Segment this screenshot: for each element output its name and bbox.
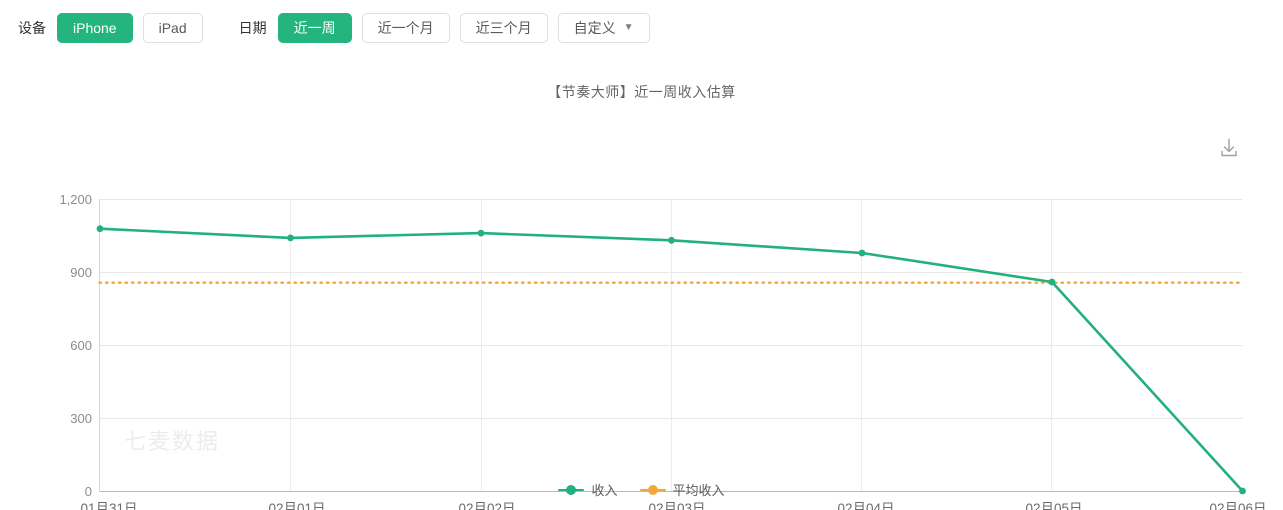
data-point	[668, 236, 675, 244]
x-tick-3: 02月03日	[648, 501, 705, 510]
legend-label-revenue: 收入	[591, 483, 618, 498]
legend-label-average-revenue: 平均收入	[672, 483, 725, 498]
date-option-custom-label: 自定义	[573, 20, 616, 36]
data-point	[287, 234, 294, 242]
data-point	[96, 225, 104, 233]
date-filter-label: 日期	[238, 20, 267, 36]
line-chart-svg: 0 300 600 900 1,200 01月31日 02月01日 02月02日…	[59, 192, 1266, 510]
data-point	[858, 249, 866, 257]
data-point	[1048, 278, 1056, 286]
chart-y-tick-labels: 0 300 600 900 1,200	[59, 192, 92, 499]
date-option-custom[interactable]: 自定义 ▼	[557, 13, 650, 43]
legend-marker-average-revenue	[639, 484, 666, 495]
x-tick-1: 02月01日	[268, 501, 325, 510]
x-tick-2: 02月02日	[458, 501, 515, 510]
y-tick-1200: 1,200	[59, 192, 92, 207]
revenue-chart-card: 【节奏大师】近一周收入估算 0 300 600 900 1,200 01月31日…	[0, 56, 1283, 510]
date-option-last-three-months[interactable]: 近三个月	[459, 13, 548, 43]
date-option-last-week[interactable]: 近一周	[277, 13, 352, 43]
data-point	[477, 229, 485, 237]
date-option-last-month[interactable]: 近一个月	[361, 13, 450, 43]
chart-legend: 收入 平均收入	[0, 480, 1283, 499]
chevron-down-icon: ▼	[623, 22, 634, 33]
legend-item-revenue[interactable]: 收入	[558, 480, 618, 499]
filter-bar: 设备 iPhone iPad 日期 近一周 近一个月 近三个月 自定义 ▼	[0, 0, 1283, 56]
device-option-iphone[interactable]: iPhone	[57, 13, 133, 43]
x-tick-4: 02月04日	[837, 501, 894, 510]
x-tick-6: 02月06日	[1209, 501, 1266, 510]
y-tick-600: 600	[70, 338, 92, 353]
x-tick-5: 02月05日	[1025, 501, 1082, 510]
device-option-ipad[interactable]: iPad	[142, 13, 203, 43]
y-tick-900: 900	[70, 265, 92, 280]
legend-item-average-revenue[interactable]: 平均收入	[639, 480, 725, 499]
y-tick-300: 300	[70, 411, 92, 426]
x-tick-0: 01月31日	[80, 501, 137, 510]
legend-marker-revenue	[558, 484, 585, 495]
device-filter-label: 设备	[18, 20, 46, 36]
chart-plot-area: 0 300 600 900 1,200 01月31日 02月01日 02月02日…	[0, 56, 1283, 510]
chart-x-tick-labels: 01月31日 02月01日 02月02日 02月03日 02月04日 02月05…	[80, 501, 1266, 510]
